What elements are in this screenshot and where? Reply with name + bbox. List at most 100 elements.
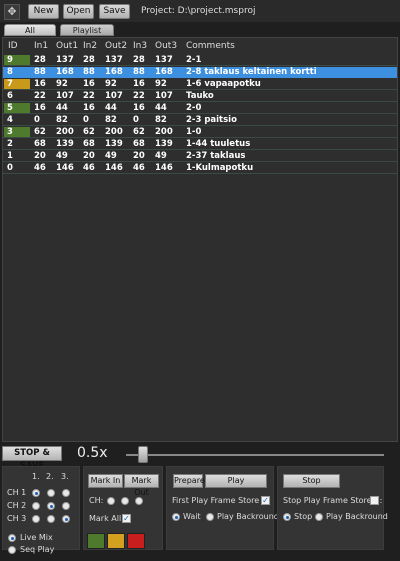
channel-col-3: 3. [61, 472, 69, 481]
table-row[interactable]: 8 88 168 88 168 88 168 2-8 taklaus keltainen ko… [3, 67, 397, 78]
cell-out1: 200 [56, 127, 74, 137]
table-row[interactable]: 2 68 139 68 139 68 139 1-44 tuuletus [3, 139, 397, 150]
open-button[interactable]: Open [63, 4, 94, 19]
mark-out-button[interactable]: Mark Out [124, 474, 159, 497]
table-row[interactable]: 9 28 137 28 137 28 137 2-1 [3, 55, 397, 66]
cell-out1: 82 [56, 115, 68, 125]
cell-comment: 2-1 [186, 55, 202, 65]
table-row[interactable]: 7 16 92 16 92 16 92 1-6 vapaapotku [3, 79, 397, 90]
prepare-button[interactable]: Prepare [173, 474, 205, 488]
stop-save-button[interactable]: STOP & SAVE [2, 446, 62, 471]
mark-color-green[interactable] [87, 533, 105, 549]
cell-out2: 200 [105, 127, 123, 137]
header-comments[interactable]: Comments [186, 41, 235, 51]
channel-3-option-1-radio[interactable] [32, 515, 40, 523]
cell-out2: 49 [105, 151, 117, 161]
mark-in-button[interactable]: Mark In [88, 474, 123, 488]
play-button[interactable]: Play [205, 474, 267, 488]
save-button[interactable]: Save [99, 4, 130, 19]
header-out1[interactable]: Out1 [56, 41, 78, 51]
new-button[interactable]: New [28, 4, 59, 19]
cell-comment: 2-37 taklaus [186, 151, 246, 161]
mark-all-checkbox[interactable]: ✓ [122, 514, 131, 523]
move-icon[interactable]: ✥ [4, 4, 20, 20]
cell-comment: 1-0 [186, 127, 202, 137]
cell-in1: 62 [34, 127, 46, 137]
cell-id: 1 [7, 151, 13, 161]
cell-out3: 44 [155, 103, 167, 113]
stop-button[interactable]: Stop [283, 474, 340, 488]
stop-radio[interactable] [283, 513, 291, 521]
mark-all-label: Mark All: [89, 514, 124, 523]
table-row[interactable]: 3 62 200 62 200 62 200 1-0 [3, 127, 397, 138]
cell-in2: 16 [83, 79, 95, 89]
cell-out2: 82 [105, 115, 117, 125]
mark-ch-3-radio[interactable] [135, 497, 143, 505]
header-in2[interactable]: In2 [83, 41, 97, 51]
cell-out3: 49 [155, 151, 167, 161]
cell-in1: 22 [34, 91, 46, 101]
channel-1-option-1-radio[interactable] [32, 489, 40, 497]
cell-out2: 107 [105, 91, 123, 101]
seq-play-label: Seq Play [20, 545, 55, 554]
header-out3[interactable]: Out3 [155, 41, 177, 51]
header-in3[interactable]: In3 [133, 41, 147, 51]
clip-list: ID In1 Out1 In2 Out2 In3 Out3 Comments 9 28 137 28… [2, 37, 398, 442]
channel-2-option-1-radio[interactable] [32, 502, 40, 510]
first-frame-label: First Play Frame Store A: [172, 496, 270, 505]
cell-out3: 107 [155, 91, 173, 101]
header-id[interactable]: ID [8, 41, 18, 51]
header-out2[interactable]: Out2 [105, 41, 127, 51]
cell-id: 0 [7, 163, 13, 173]
channel-3-option-2-radio[interactable] [47, 515, 55, 523]
tab-all[interactable]: All [4, 24, 56, 36]
cell-out1: 168 [56, 67, 74, 77]
table-row[interactable]: 4 0 82 0 82 0 82 2-3 paitsio [3, 115, 397, 126]
mark-color-yellow[interactable] [107, 533, 125, 549]
cell-in2: 16 [83, 103, 95, 113]
wait-radio[interactable] [172, 513, 180, 521]
mark-ch-2-radio[interactable] [121, 497, 129, 505]
cell-in3: 28 [133, 55, 145, 65]
cell-id: 6 [7, 91, 13, 101]
cell-out2: 168 [105, 67, 123, 77]
table-row[interactable]: 0 46 146 46 146 46 146 1-Kulmapotku [3, 163, 397, 174]
cell-comment: 1-44 tuuletus [186, 139, 251, 149]
stop-panel: Stop Stop Play Frame Store B: Stop Play … [277, 466, 388, 550]
play-backround-radio[interactable] [206, 513, 214, 521]
cell-out3: 137 [155, 55, 173, 65]
table-row[interactable]: 6 22 107 22 107 22 107 Tauko [3, 91, 397, 102]
channel-3-option-3-radio[interactable] [62, 515, 70, 523]
cell-in1: 46 [34, 163, 46, 173]
header-in1[interactable]: In1 [34, 41, 48, 51]
cell-in1: 16 [34, 103, 46, 113]
channel-3-label: CH 3 [7, 514, 27, 523]
stop-frame-label: Stop Play Frame Store B: [283, 496, 383, 505]
cell-comment: 2-0 [186, 103, 202, 113]
project-path: Project: D:\project.msproj [141, 6, 256, 16]
cell-id: 4 [7, 115, 13, 125]
speed-slider-thumb[interactable] [138, 446, 149, 463]
channel-2-option-2-radio[interactable] [47, 502, 55, 510]
stop-frame-checkbox[interactable] [370, 496, 379, 505]
seq-play-radio[interactable] [8, 546, 16, 554]
mark-color-red[interactable] [127, 533, 145, 549]
channel-2-option-3-radio[interactable] [62, 502, 70, 510]
speed-slider-track[interactable] [126, 454, 384, 456]
table-row[interactable]: 1 20 49 20 49 20 49 2-37 taklaus [3, 151, 397, 162]
cell-comment: 2-3 paitsio [186, 115, 237, 125]
channel-2-label: CH 2 [7, 501, 27, 510]
channel-1-option-2-radio[interactable] [47, 489, 55, 497]
play-backround-label: Play Backround [217, 512, 279, 521]
stop-play-backround-radio[interactable] [315, 513, 323, 521]
tab-playlist[interactable]: Playlist [60, 24, 114, 36]
stop-option-label: Stop [294, 512, 313, 521]
mark-ch-1-radio[interactable] [107, 497, 115, 505]
live-mix-radio[interactable] [8, 534, 16, 542]
table-row[interactable]: 5 16 44 16 44 16 44 2-0 [3, 103, 397, 114]
channel-panel: 1. 2. 3. CH 1 CH 2 CH 3 Live Mix Seq Play [2, 466, 80, 554]
cell-out3: 139 [155, 139, 173, 149]
cell-in2: 22 [83, 91, 95, 101]
first-frame-checkbox[interactable]: ✓ [261, 496, 270, 505]
channel-1-option-3-radio[interactable] [62, 489, 70, 497]
